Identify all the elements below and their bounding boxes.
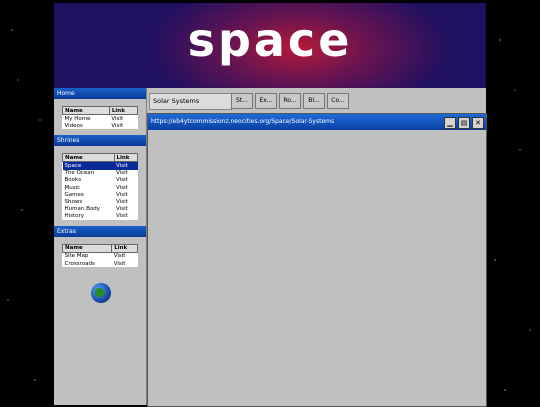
col-header-name: Name: [61, 243, 113, 253]
section-extras: Name Link Site Map Visit Crossroads Visit: [54, 237, 146, 273]
tab-bar: Solar Systems St... Ex... Ro... Bl... Co…: [147, 88, 486, 111]
table-row[interactable]: Site Map Visit: [63, 252, 138, 260]
window-url: https://eb4ytcommissionz.neocities.org/S…: [151, 118, 335, 125]
table-row[interactable]: Music Visit: [63, 184, 138, 191]
tab-black-holes[interactable]: Bl...: [303, 93, 325, 109]
visit-link[interactable]: Visit: [114, 198, 137, 205]
col-header-name: Name: [62, 106, 110, 115]
row-name: Space: [62, 161, 115, 170]
row-name: Crossroads: [64, 260, 95, 267]
table-row[interactable]: Books Visit: [63, 177, 138, 184]
tab-constellations[interactable]: Co...: [327, 93, 349, 109]
tab-stars[interactable]: St...: [231, 93, 253, 109]
col-header-name: Name: [62, 153, 115, 163]
banner-title: space: [187, 13, 353, 67]
visit-link[interactable]: Visit: [112, 252, 138, 260]
row-name: Music: [64, 184, 81, 191]
row-name: My Home: [64, 115, 91, 122]
row-name: Shows: [64, 198, 83, 205]
main-panel: Solar Systems St... Ex... Ro... Bl... Co…: [147, 88, 487, 407]
row-name: History: [64, 213, 85, 220]
visit-link[interactable]: Visit: [114, 213, 137, 220]
links-table-extras: Name Link Site Map Visit Crossroads Visit: [61, 243, 138, 268]
visit-link[interactable]: Visit: [109, 115, 137, 123]
section-title-shrines: Shrines: [54, 135, 146, 147]
tab-rockets[interactable]: Ro...: [279, 93, 301, 109]
visit-link[interactable]: Visit: [112, 260, 138, 267]
col-header-link: Link: [111, 243, 138, 253]
links-table-shrines: Name Link Space Visit The Ocean Visit Books…: [62, 153, 139, 220]
links-table-home: Name Link My Home Visit Videos Visit: [62, 106, 139, 130]
table-row-selected[interactable]: Space Visit: [62, 161, 138, 170]
table-row[interactable]: Shows Visit: [63, 198, 138, 205]
section-title-extras: Extras: [54, 225, 146, 237]
table-row[interactable]: Games Visit: [63, 191, 138, 198]
section-title-home: Home: [54, 88, 146, 99]
table-row[interactable]: Videos Visit: [63, 122, 138, 129]
table-row[interactable]: History Visit: [63, 213, 138, 220]
sidebar: Home Name Link My Home Visit Videos Visit S…: [54, 88, 147, 405]
table-row[interactable]: Human Body Visit: [63, 206, 138, 213]
minimize-icon[interactable]: ▁: [444, 117, 456, 129]
visit-link[interactable]: Visit: [114, 177, 137, 184]
row-name: The Ocean: [64, 170, 95, 177]
section-home: Name Link My Home Visit Videos Visit: [54, 99, 146, 135]
col-header-link: Link: [108, 106, 139, 115]
table-row[interactable]: Crossroads Visit: [63, 260, 138, 267]
row-name: Books: [64, 177, 82, 184]
maximize-icon[interactable]: ▤: [458, 117, 470, 129]
row-name: Human Body: [64, 206, 100, 213]
visit-link[interactable]: Visit: [114, 206, 137, 213]
window-titlebar: https://eb4ytcommissionz.neocities.org/S…: [148, 114, 486, 130]
row-name: Videos: [64, 122, 83, 129]
table-row[interactable]: My Home Visit: [63, 115, 138, 123]
banner: space: [54, 3, 486, 88]
visit-link[interactable]: Visit: [114, 170, 137, 177]
tab-exoplanets[interactable]: Ex...: [255, 93, 277, 109]
visit-link[interactable]: Visit: [109, 122, 137, 129]
tab-current[interactable]: Solar Systems: [149, 93, 232, 110]
page-container: space Home Name Link My Home Visit Videos V…: [54, 3, 487, 407]
visit-link[interactable]: Visit: [114, 161, 138, 170]
globe-icon[interactable]: [91, 283, 111, 303]
table-row[interactable]: The Ocean Visit: [63, 170, 138, 177]
row-name: Site Map: [64, 253, 89, 260]
content-window: https://eb4ytcommissionz.neocities.org/S…: [147, 113, 487, 407]
visit-link[interactable]: Visit: [114, 184, 137, 191]
row-name: Games: [64, 191, 84, 198]
section-shrines: Name Link Space Visit The Ocean Visit Books…: [54, 146, 146, 226]
visit-link[interactable]: Visit: [114, 191, 137, 198]
col-header-link: Link: [113, 153, 139, 163]
close-icon[interactable]: ✕: [472, 117, 484, 129]
